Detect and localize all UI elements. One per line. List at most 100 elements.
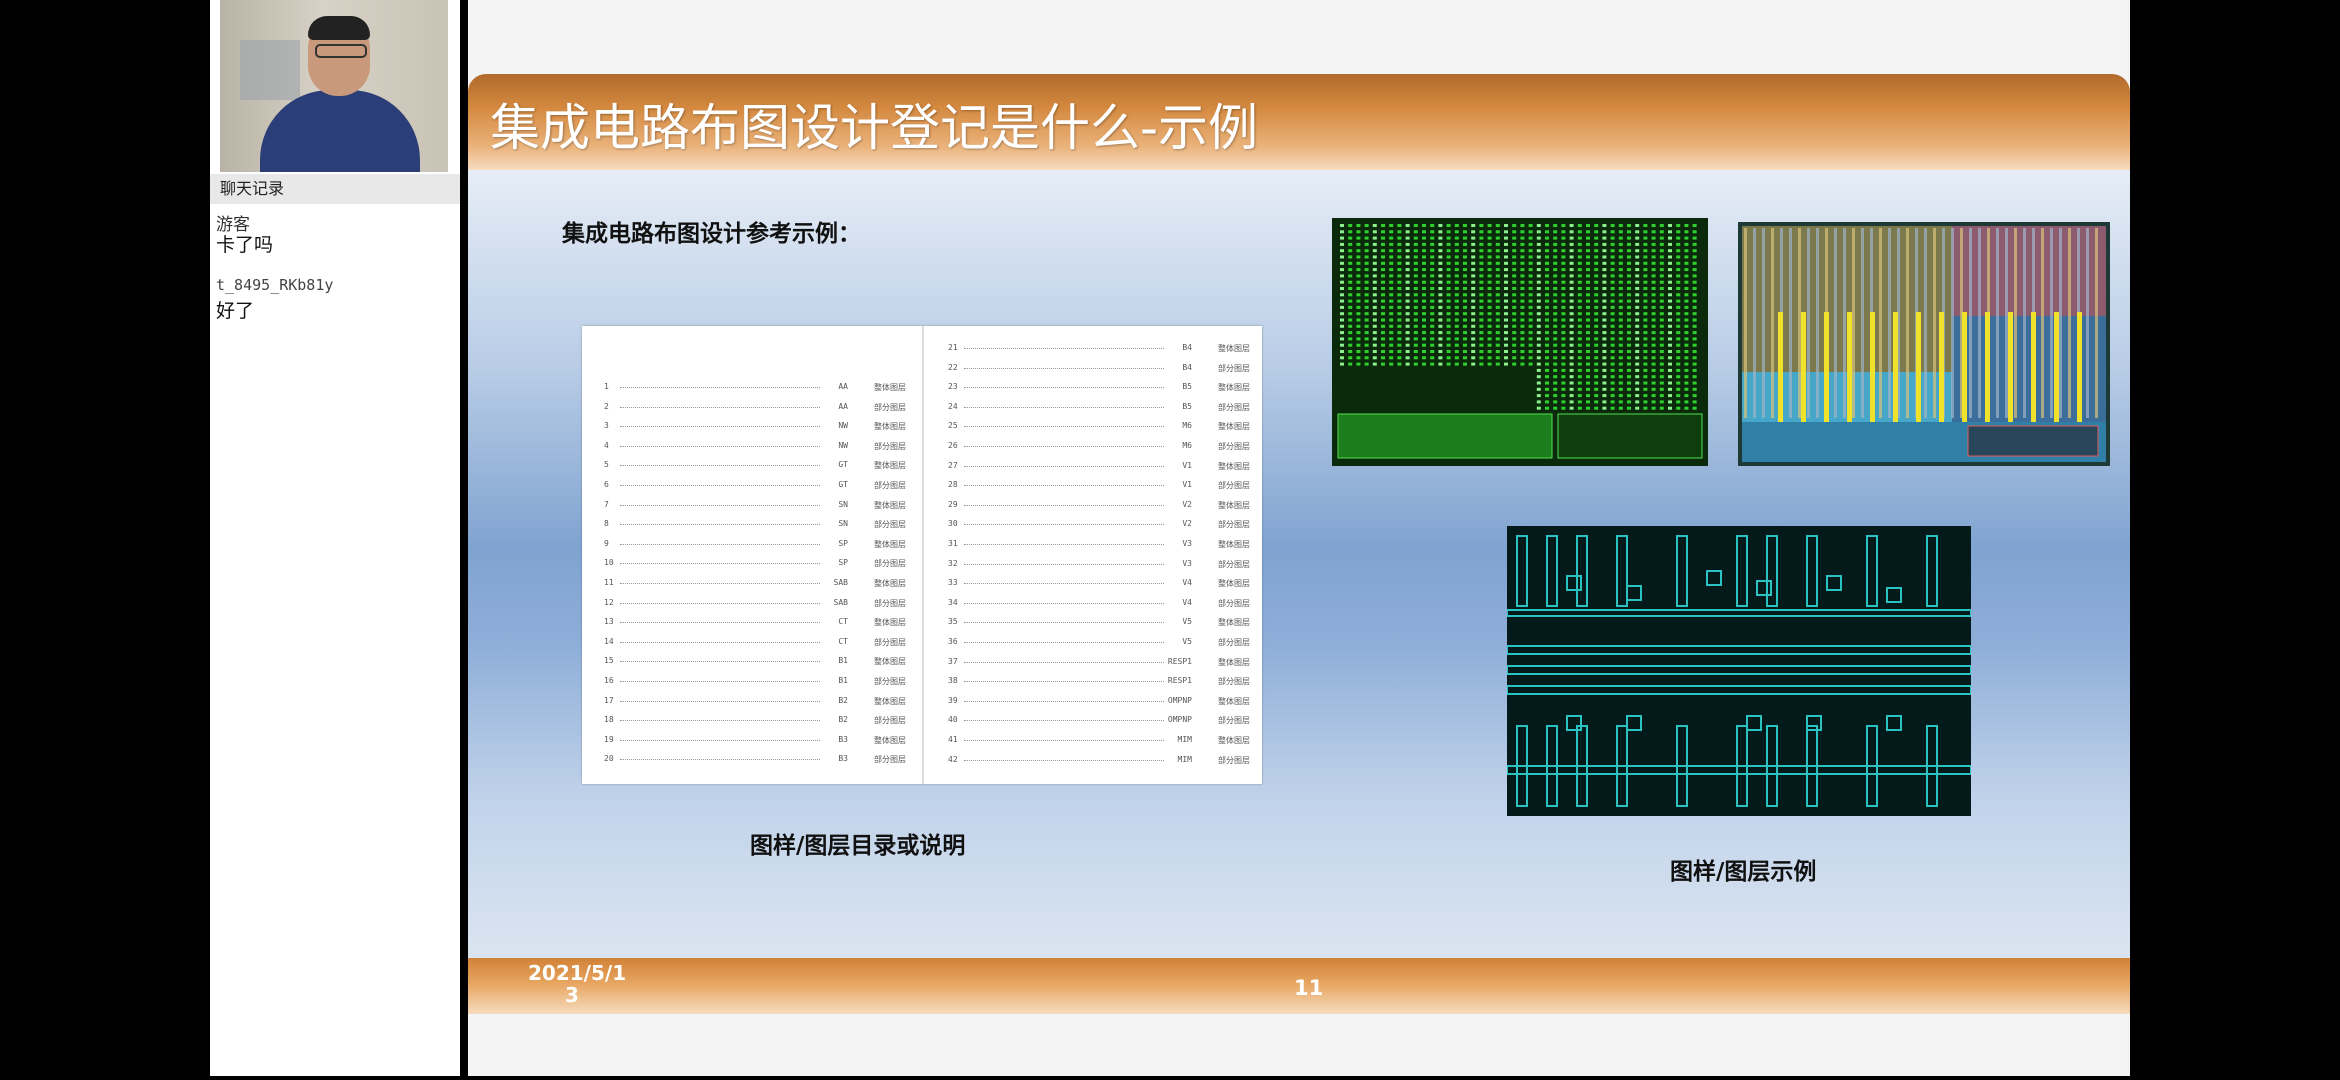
layer-number: 8 [604, 519, 609, 529]
layer-list-row: 9 SP 整体图层 [590, 539, 910, 551]
layer-code: M6 [1182, 421, 1192, 431]
layer-code: M6 [1182, 441, 1192, 450]
layer-number: 18 [604, 715, 614, 725]
layer-list-row: 10 SP 部分图层 [590, 558, 910, 570]
layer-code: V4 [1182, 578, 1192, 588]
layer-number: 35 [948, 617, 958, 627]
layer-code: B5 [1182, 401, 1192, 411]
layer-number: 16 [604, 676, 614, 685]
layer-code: B1 [838, 656, 848, 666]
layer-description: 整体图层 [874, 500, 906, 510]
layer-code: B1 [838, 676, 848, 685]
layer-code: V2 [1182, 519, 1192, 529]
layer-description: 整体图层 [1218, 344, 1250, 353]
layer-number: 20 [604, 754, 614, 764]
caption-layer-list: 图样/图层目录或说明 [750, 833, 966, 859]
layer-list-row: 20 B3 部分图层 [590, 754, 910, 766]
layer-number: 13 [604, 617, 614, 627]
layer-code: V1 [1182, 480, 1192, 490]
layer-number: 7 [604, 499, 609, 509]
layer-code: GT [838, 480, 848, 489]
layer-number: 12 [604, 597, 614, 607]
layer-code: SN [838, 499, 848, 509]
layer-description: 整体图层 [1218, 422, 1250, 432]
layer-list-row: 41 MIM 整体图层 [934, 735, 1254, 747]
layer-description: 部分图层 [1218, 520, 1250, 530]
chat-header: 聊天记录 [210, 174, 460, 204]
layer-code: OMPNP [1167, 695, 1192, 705]
layer-code: B4 [1182, 362, 1192, 372]
layer-list-row: 13 CT 整体图层 [590, 617, 910, 629]
layer-description: 部分图层 [1218, 716, 1250, 726]
layer-description: 部分图层 [874, 520, 906, 530]
slide-title: 集成电路布图设计登记是什么-示例 [490, 99, 1259, 157]
layer-list-row: 35 V5 整体图层 [934, 617, 1254, 629]
layer-description: 整体图层 [1218, 579, 1250, 589]
layer-description: 部分图层 [1218, 559, 1250, 569]
layer-list-row: 4 NW 部分图层 [590, 441, 910, 453]
layer-list-left-column: 1 AA 整体图层 2 AA 部分图层 3 NW 整体图层 4 NW 部分图层 5 GT 整体图层 6 GT 部分… [590, 326, 920, 784]
layer-number: 26 [948, 441, 958, 450]
layer-code: MIM [1177, 735, 1192, 744]
layer-description: 部分图层 [874, 559, 906, 569]
layer-number: 40 [948, 715, 958, 725]
slide-page-number: 11 [1294, 976, 1324, 1000]
slide-date: 2021/5/1 3 [528, 962, 626, 1007]
layer-description: 整体图层 [1218, 461, 1250, 471]
layer-description: 部分图层 [1218, 677, 1250, 687]
layer-code: SP [838, 558, 848, 568]
layer-description: 部分图层 [874, 637, 906, 647]
layer-list-row: 30 V2 部分图层 [934, 519, 1254, 531]
layer-description: 整体图层 [874, 735, 906, 745]
layer-description: 部分图层 [1218, 363, 1250, 373]
layer-code: SAB [833, 597, 848, 607]
layer-number: 24 [948, 401, 958, 411]
layer-list-row: 11 SAB 整体图层 [590, 578, 910, 590]
layer-number: 15 [604, 656, 614, 666]
layer-number: 38 [948, 676, 958, 686]
caption-layer-example: 图样/图层示例 [1670, 859, 1817, 885]
layer-description: 整体图层 [1218, 736, 1250, 745]
layer-list-row: 15 B1 整体图层 [590, 656, 910, 668]
layer-description: 部分图层 [1218, 638, 1250, 647]
chat-sender-name: t_8495_RKb81y [216, 276, 334, 294]
layer-code: B3 [838, 734, 848, 744]
chat-message: 卡了吗 [216, 234, 274, 256]
layout-image-detail [1507, 526, 1971, 816]
layer-number: 9 [604, 538, 609, 548]
presenter-video [220, 0, 448, 172]
layer-list-row: 3 NW 整体图层 [590, 421, 910, 433]
layer-list-row: 5 GT 整体图层 [590, 460, 910, 472]
layer-description: 部分图层 [874, 677, 906, 686]
layer-code: NW [838, 421, 848, 431]
layer-number: 23 [948, 382, 958, 392]
slide-subtitle: 集成电路布图设计参考示例： [562, 221, 861, 247]
layer-list-row: 36 V5 部分图层 [934, 637, 1254, 649]
layer-code: CT [838, 617, 848, 627]
layer-description: 部分图层 [1218, 598, 1250, 608]
layer-number: 31 [948, 539, 958, 548]
layer-description: 整体图层 [874, 383, 906, 392]
layer-list-row: 27 V1 整体图层 [934, 461, 1254, 473]
layer-list-row: 24 B5 部分图层 [934, 402, 1254, 414]
layer-list-row: 34 V4 部分图层 [934, 598, 1254, 610]
layer-description: 整体图层 [1218, 696, 1250, 706]
layer-number: 1 [604, 382, 609, 391]
layer-number: 10 [604, 558, 614, 568]
layer-description: 部分图层 [1218, 755, 1250, 765]
layer-description: 部分图层 [874, 598, 906, 608]
layer-number: 30 [948, 519, 958, 529]
layer-number: 25 [948, 421, 958, 431]
layer-description: 整体图层 [874, 422, 906, 432]
layer-code: RESP1 [1167, 676, 1192, 686]
layer-list-row: 40 OMPNP 部分图层 [934, 715, 1254, 727]
layer-list-row: 6 GT 部分图层 [590, 480, 910, 492]
layer-description: 整体图层 [874, 461, 906, 471]
layer-description: 部分图层 [874, 716, 906, 726]
slide-date-line2: 3 [565, 983, 579, 1007]
layer-code: CT [838, 636, 848, 646]
layer-list-row: 2 AA 部分图层 [590, 402, 910, 414]
layer-list-row: 31 V3 整体图层 [934, 539, 1254, 551]
layer-code: V5 [1182, 637, 1192, 646]
layer-number: 39 [948, 695, 958, 705]
